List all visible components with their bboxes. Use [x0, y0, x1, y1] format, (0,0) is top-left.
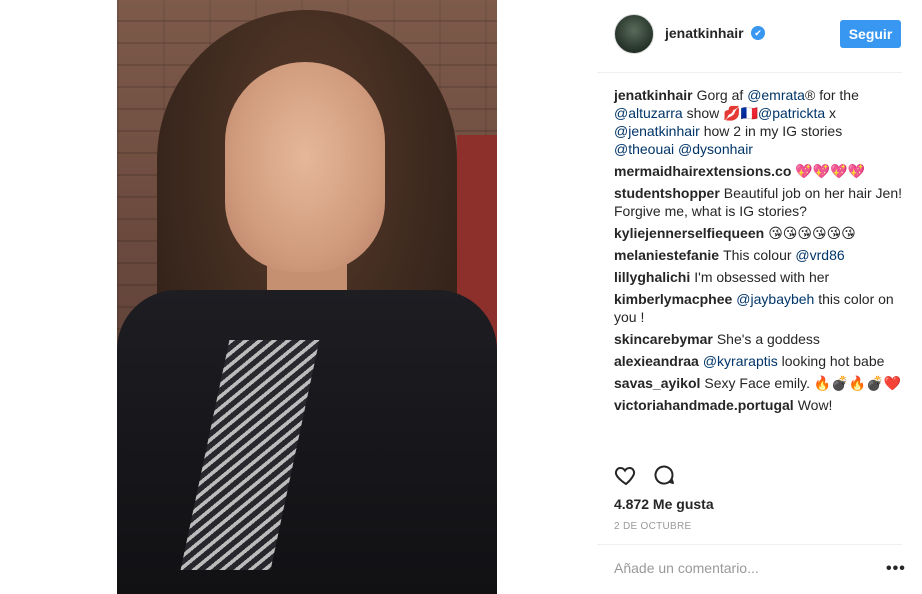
header-divider	[597, 72, 902, 73]
comment-item: melaniestefanie This colour @vrd86	[614, 246, 904, 264]
comment-username[interactable]: jenatkinhair	[614, 87, 693, 103]
comment-text: I'm obsessed with her	[694, 269, 830, 285]
comment-username[interactable]: victoriahandmade.portugal	[614, 397, 794, 413]
comment-text: ® for the	[804, 87, 859, 103]
comment-text: 😘😘😘😘😘😘	[768, 225, 856, 241]
comment-icon[interactable]	[652, 463, 676, 487]
comment-item: kyliejennerselfiequeen 😘😘😘😘😘😘	[614, 224, 904, 242]
comment-item: alexieandraa @kyraraptis looking hot babe	[614, 352, 904, 370]
post-header: jenatkinhair ✔ Seguir	[597, 0, 922, 68]
mention-link[interactable]: @emrata	[747, 87, 805, 103]
comment-username[interactable]: alexieandraa	[614, 353, 699, 369]
comment-item: kimberlymacphee @jaybaybeh this color on …	[614, 290, 904, 326]
comment-item: studentshopper Beautiful job on her hair …	[614, 184, 904, 220]
mention-link[interactable]: @altuzarra	[614, 105, 683, 121]
mention-link[interactable]: @vrd86	[795, 247, 844, 263]
mention-link[interactable]: @dysonhair	[678, 141, 753, 157]
avatar[interactable]	[614, 14, 654, 54]
post-side-panel: jenatkinhair ✔ Seguir jenatkinhair Gorg a…	[597, 0, 922, 594]
comment-text: how 2 in my IG stories	[699, 123, 843, 139]
comment-item: mermaidhairextensions.co 💖💖💖💖	[614, 162, 904, 180]
mention-link[interactable]: @jenatkinhair	[614, 123, 700, 139]
comment-username[interactable]: kyliejennerselfiequeen	[614, 225, 764, 241]
comment-text: looking hot babe	[777, 353, 885, 369]
face-shape	[225, 62, 385, 272]
comment-text: 💖💖💖💖	[795, 163, 866, 179]
likes-count[interactable]: 4.872 Me gusta	[614, 496, 714, 512]
comment-divider	[597, 544, 902, 545]
comments-list: jenatkinhair Gorg af @emrata® for the @al…	[614, 86, 904, 418]
comment-text: Wow!	[797, 397, 833, 413]
comment-item: victoriahandmade.portugal Wow!	[614, 396, 904, 414]
post-photo[interactable]	[117, 0, 497, 594]
comment-username[interactable]: lillyghalichi	[614, 269, 690, 285]
comment-text: This colour	[723, 247, 796, 263]
comment-username[interactable]: mermaidhairextensions.co	[614, 163, 791, 179]
comment-username[interactable]: studentshopper	[614, 185, 720, 201]
comment-item: jenatkinhair Gorg af @emrata® for the @al…	[614, 86, 904, 158]
comment-item: savas_ayikol Sexy Face emily. 🔥💣🔥💣❤️	[614, 374, 904, 392]
jacket-shape	[117, 290, 497, 594]
comment-text: Sexy Face emily. 🔥💣🔥💣❤️	[704, 375, 902, 391]
comment-text: show 💋🇫🇷	[682, 105, 759, 121]
add-comment-input[interactable]: Añade un comentario...	[614, 560, 759, 576]
comment-text: Gorg af	[696, 87, 748, 103]
more-options-icon[interactable]: •••	[886, 560, 906, 578]
heart-icon[interactable]	[614, 463, 638, 487]
follow-button[interactable]: Seguir	[840, 20, 901, 48]
comment-item: skincarebymar She's a goddess	[614, 330, 904, 348]
mention-link[interactable]: @patrickta	[758, 105, 825, 121]
comment-username[interactable]: savas_ayikol	[614, 375, 700, 391]
comment-username[interactable]: skincarebymar	[614, 331, 713, 347]
header-username[interactable]: jenatkinhair	[665, 25, 744, 41]
post-date[interactable]: 2 DE OCTUBRE	[614, 521, 692, 532]
comment-username[interactable]: kimberlymacphee	[614, 291, 732, 307]
mention-link[interactable]: @kyraraptis	[703, 353, 778, 369]
comment-username[interactable]: melaniestefanie	[614, 247, 719, 263]
comment-text: She's a goddess	[716, 331, 820, 347]
mention-link[interactable]: @theouai	[614, 141, 674, 157]
comment-text: x	[825, 105, 837, 121]
verified-badge-icon: ✔	[751, 26, 765, 40]
mention-link[interactable]: @jaybaybeh	[736, 291, 814, 307]
comment-item: lillyghalichi I'm obsessed with her	[614, 268, 904, 286]
